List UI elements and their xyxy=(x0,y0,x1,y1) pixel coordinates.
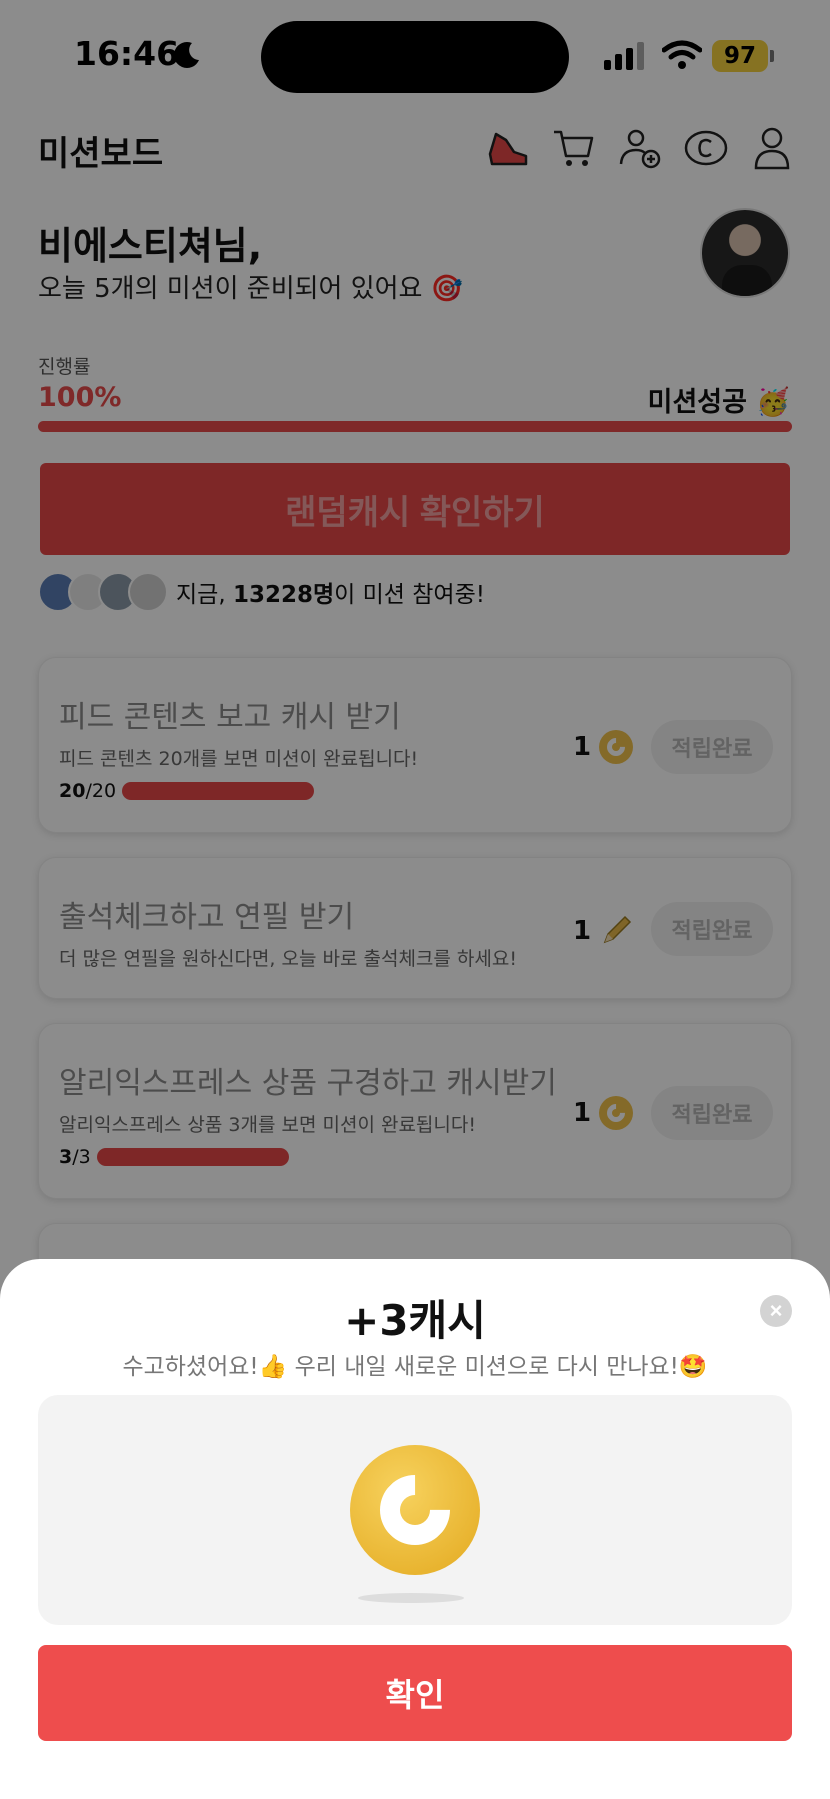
close-icon: × xyxy=(769,1298,783,1323)
close-button[interactable]: × xyxy=(760,1295,792,1327)
reward-title: +3캐시 xyxy=(344,1296,486,1345)
reward-bottom-sheet: +3캐시 × 수고하셨어요!👍 우리 내일 새로운 미션으로 다시 만나요!🤩 … xyxy=(0,1259,830,1799)
reward-subtitle: 수고하셨어요!👍 우리 내일 새로운 미션으로 다시 만나요!🤩 xyxy=(122,1354,708,1380)
coin-icon xyxy=(350,1445,480,1575)
confirm-button[interactable]: 확인 xyxy=(38,1645,792,1741)
coin-illustration-box xyxy=(38,1395,792,1625)
coin-shadow xyxy=(358,1593,464,1603)
